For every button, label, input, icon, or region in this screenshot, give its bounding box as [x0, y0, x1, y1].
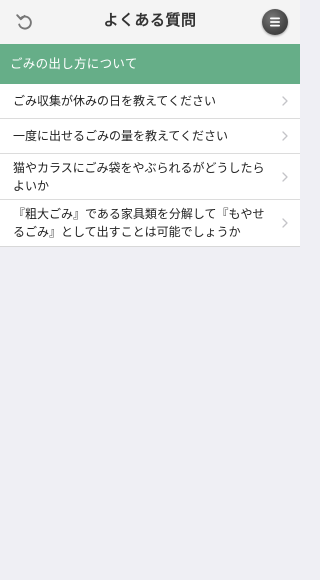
- chevron-right-icon: [282, 171, 288, 182]
- chevron-right-icon: [282, 96, 288, 106]
- navigation-bar: よくある質問: [0, 0, 300, 44]
- faq-item-label: ごみ収集が休みの日を教えてください: [13, 94, 217, 108]
- undo-icon: [16, 14, 32, 30]
- chevron-right-icon: [282, 218, 288, 228]
- back-button[interactable]: [9, 6, 41, 38]
- faq-list: ごみ収集が休みの日を教えてください 一度に出せるごみの量を教えてください 猫やカ…: [0, 84, 300, 247]
- chevron-right-icon: [282, 131, 288, 141]
- faq-item[interactable]: 猫やカラスにごみ袋をやぶられるがどうしたらよいか: [0, 154, 300, 200]
- faq-item-label: 『粗大ごみ』である家具類を分解して『もやせるごみ』として出すことは可能でしょうか: [13, 207, 265, 239]
- faq-item[interactable]: ごみ収集が休みの日を教えてください: [0, 84, 300, 119]
- menu-button[interactable]: [262, 9, 288, 35]
- section-header: ごみの出し方について: [0, 44, 300, 84]
- page-title: よくある質問: [103, 11, 197, 29]
- faq-item-label: 猫やカラスにごみ袋をやぶられるがどうしたらよいか: [13, 160, 265, 193]
- menu-icon: [270, 17, 280, 27]
- faq-item[interactable]: 『粗大ごみ』である家具類を分解して『もやせるごみ』として出すことは可能でしょうか: [0, 200, 300, 246]
- faq-item[interactable]: 一度に出せるごみの量を教えてください: [0, 119, 300, 154]
- faq-item-label: 一度に出せるごみの量を教えてください: [13, 129, 229, 143]
